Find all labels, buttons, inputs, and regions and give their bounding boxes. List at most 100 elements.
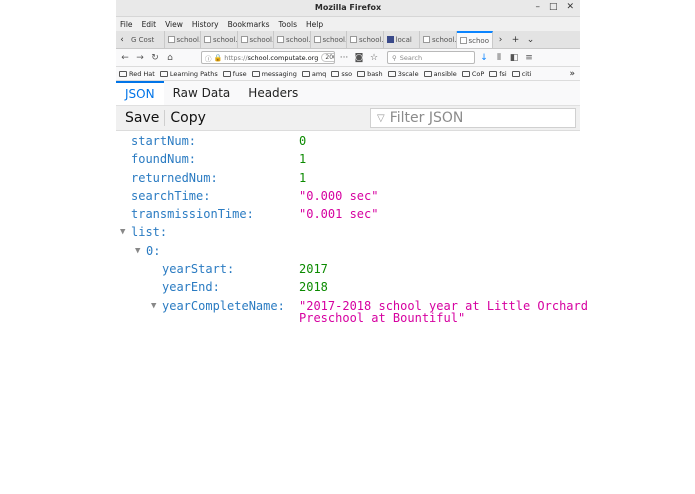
download-icon[interactable]: ↓ xyxy=(478,53,490,63)
tab-headers[interactable]: Headers xyxy=(239,81,307,105)
filter-json-input[interactable]: ▽ Filter JSON xyxy=(370,108,576,128)
page-icon xyxy=(423,36,430,43)
bookmarks-overflow-icon[interactable]: » xyxy=(569,69,575,79)
bookmark-messaging[interactable]: messaging xyxy=(251,70,297,78)
close-icon[interactable]: ✕ xyxy=(566,2,574,12)
url-domain: school.computate.org xyxy=(247,53,319,62)
tab-json[interactable]: JSON xyxy=(116,81,164,105)
home-icon[interactable]: ⌂ xyxy=(164,53,176,63)
menu-item-help[interactable]: Help xyxy=(306,20,323,29)
json-value: "0.001 sec" xyxy=(299,207,379,222)
tab-scroll-left-icon[interactable]: ‹ xyxy=(116,31,128,48)
tab-label: school.c xyxy=(322,35,347,44)
bookmark-star-icon[interactable]: ☆ xyxy=(368,53,380,63)
bookmark-fsi[interactable]: fsi xyxy=(489,70,507,78)
json-row[interactable]: transmissionTime: "0.001 sec" xyxy=(116,205,580,223)
browser-tab[interactable]: school.c xyxy=(311,31,347,48)
bookmark-fuse[interactable]: fuse xyxy=(222,69,247,78)
json-row[interactable]: foundNum: 1 xyxy=(116,150,580,168)
maximize-icon[interactable]: □ xyxy=(549,2,558,12)
json-value: 2017 xyxy=(299,262,328,277)
browser-tab[interactable]: local xyxy=(384,31,420,48)
bookmark-ansible[interactable]: ansible xyxy=(423,69,457,78)
json-row[interactable]: yearStart: 2017 xyxy=(116,260,580,278)
json-key: returnedNum: xyxy=(131,170,218,185)
folder-icon xyxy=(423,70,432,77)
browser-tab[interactable]: school.c xyxy=(165,31,201,48)
tab-list-icon[interactable]: ⌄ xyxy=(523,31,538,48)
tab-label: schoo xyxy=(468,36,490,45)
search-input[interactable]: ⚲ Search xyxy=(387,51,475,64)
url-bar[interactable]: ⓘ 🔒 https://school.computate.org 200% xyxy=(201,51,335,64)
folder-icon xyxy=(251,70,260,77)
new-tab-icon[interactable]: + xyxy=(508,31,523,48)
bookmarks-toolbar: Red Hat Learning Paths fuse messaging amq sso… xyxy=(116,67,580,81)
json-value: 0 xyxy=(299,134,307,148)
browser-tab[interactable]: school.c xyxy=(201,31,238,48)
close-tab-icon[interactable]: ✕ xyxy=(491,37,492,45)
menu-item-edit[interactable]: Edit xyxy=(142,20,157,29)
folder-icon xyxy=(331,70,340,77)
json-row[interactable]: yearEnd: 2018 xyxy=(116,278,580,296)
expand-toggle-icon[interactable]: ▼ xyxy=(120,223,130,241)
page-icon xyxy=(240,36,248,43)
bookmark-sso[interactable]: sso xyxy=(331,70,352,78)
browser-tab[interactable]: school.c xyxy=(274,31,311,48)
json-toolbar: Save Copy ▽ Filter JSON xyxy=(116,105,580,131)
json-row[interactable]: searchTime: "0.000 sec" xyxy=(116,187,580,205)
browser-tab[interactable]: G Cost xyxy=(128,31,165,48)
browser-tab[interactable]: school.c xyxy=(420,31,457,48)
menu-item-bookmarks[interactable]: Bookmarks xyxy=(228,20,270,29)
reload-icon[interactable]: ↻ xyxy=(149,53,161,63)
json-row[interactable]: startNum: 0 xyxy=(116,132,580,150)
json-key: yearEnd: xyxy=(162,280,220,295)
menu-item-view[interactable]: View xyxy=(165,20,183,29)
tab-raw-data[interactable]: Raw Data xyxy=(164,81,240,105)
save-button[interactable]: Save xyxy=(120,110,166,126)
pocket-icon[interactable]: ◙ xyxy=(353,53,365,63)
bookmark-citi[interactable]: citi xyxy=(511,70,531,78)
json-row[interactable]: ▼ list: xyxy=(116,223,580,241)
forward-icon[interactable]: → xyxy=(134,53,146,63)
page-icon xyxy=(277,36,284,43)
json-row[interactable]: returnedNum: 1 xyxy=(116,169,580,187)
bookmark-label: fuse xyxy=(232,69,247,78)
menu-item-history[interactable]: History xyxy=(192,20,219,29)
page-icon xyxy=(204,36,211,43)
expand-toggle-icon[interactable]: ▼ xyxy=(135,242,145,260)
browser-tab[interactable]: school.c xyxy=(238,31,274,48)
library-icon[interactable]: ⫴ xyxy=(493,53,505,63)
bookmark-red-hat[interactable]: Red Hat xyxy=(119,70,155,78)
bookmark-bash[interactable]: bash xyxy=(357,70,383,78)
filter-placeholder: Filter JSON xyxy=(389,110,464,126)
json-key: yearStart: xyxy=(162,262,235,277)
bookmark-cop[interactable]: CoP xyxy=(461,69,485,78)
json-row[interactable]: ▼ 0: xyxy=(116,242,580,260)
menu-item-tools[interactable]: Tools xyxy=(279,20,297,29)
page-actions-icon[interactable]: ··· xyxy=(338,53,350,63)
minimize-icon[interactable]: – xyxy=(535,2,540,12)
tab-label: school.c xyxy=(359,35,384,44)
zoom-indicator[interactable]: 200% xyxy=(321,53,334,62)
hamburger-menu-icon[interactable]: ≡ xyxy=(523,53,535,63)
json-key: startNum: xyxy=(131,134,197,148)
browser-tab[interactable]: school.c xyxy=(347,31,384,48)
bookmark-label: ansible xyxy=(433,69,457,78)
browser-window: Mozilla Firefox – □ ✕ File Edit View Histor… xyxy=(116,0,588,494)
bookmark-amq[interactable]: amq xyxy=(301,70,326,78)
sidebar-icon[interactable]: ◧ xyxy=(508,53,520,63)
folder-icon xyxy=(489,70,498,77)
tab-scroll-right-icon[interactable]: › xyxy=(493,31,508,48)
json-row-continuation: Preschool at Bountiful" xyxy=(116,312,580,326)
browser-tab[interactable]: schoo✕ xyxy=(456,31,493,48)
back-icon[interactable]: ← xyxy=(119,53,131,63)
tab-label: local xyxy=(395,35,412,44)
folder-icon xyxy=(511,70,520,77)
info-icon[interactable]: ⓘ xyxy=(205,53,212,63)
bookmark-3scale[interactable]: 3scale xyxy=(387,70,419,78)
bookmark-learning-paths[interactable]: Learning Paths xyxy=(159,70,218,78)
bookmark-label: CoP xyxy=(471,69,485,78)
copy-button[interactable]: Copy xyxy=(165,110,211,126)
json-tree: startNum: 0 foundNum: 1 returnedNum: 1 searchT… xyxy=(116,131,588,326)
menu-item-file[interactable]: File xyxy=(120,20,133,29)
